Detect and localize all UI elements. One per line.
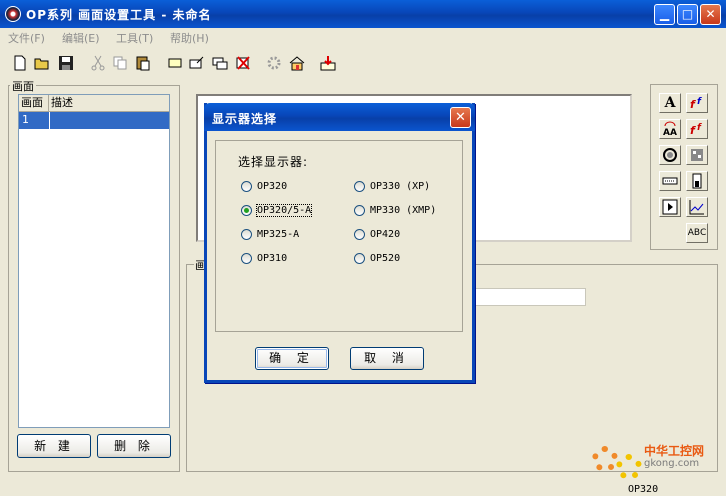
object-palette: A ff AA ff ABC xyxy=(650,84,718,250)
radio-op320-5a[interactable]: OP320/5-A xyxy=(241,202,313,218)
list-header: 画面 描述 xyxy=(19,95,169,112)
text-tool-icon[interactable]: A xyxy=(659,93,681,113)
dialog-title: 显示器选择 xyxy=(212,112,278,126)
radio-dot[interactable] xyxy=(354,228,365,240)
trend-chart-icon[interactable] xyxy=(686,197,708,217)
radio-mp330-xmp[interactable]: MP330 (XMP) xyxy=(354,202,436,218)
function-key-icon[interactable]: ff xyxy=(686,119,708,139)
cut-icon[interactable] xyxy=(88,53,108,73)
title-bar: OP系列 画面设置工具 - 未命名 ▁ □ ✕ xyxy=(0,0,726,28)
paste-icon[interactable] xyxy=(133,53,153,73)
column-header-description[interactable]: 描述 xyxy=(49,95,169,112)
radio-dot[interactable] xyxy=(354,180,365,192)
play-button-icon[interactable] xyxy=(659,197,681,217)
bar-graph-icon[interactable] xyxy=(686,171,708,191)
radio-op310[interactable]: OP310 xyxy=(241,250,287,266)
open-folder-icon[interactable] xyxy=(32,53,52,73)
radio-op520[interactable]: OP520 xyxy=(354,250,400,266)
svg-text:f: f xyxy=(697,97,702,107)
variable-text-icon[interactable]: AA xyxy=(659,119,681,139)
watermark-title: 中华工控网 xyxy=(644,444,705,458)
save-icon[interactable] xyxy=(56,53,76,73)
delete-button[interactable]: 删 除 xyxy=(97,434,171,458)
new-screen-icon[interactable] xyxy=(165,53,185,73)
bitmap-icon[interactable] xyxy=(686,145,708,165)
svg-text:AA: AA xyxy=(663,128,677,137)
watermark-url: gkong.com xyxy=(644,458,700,469)
display-select-dialog: 显示器选择 ✕ 选择显示器: OP320 OP330 (XP) OP320/5-… xyxy=(204,103,475,383)
maximize-button[interactable]: □ xyxy=(677,4,698,25)
cancel-button[interactable]: 取 消 xyxy=(350,347,424,370)
dialog-close-button[interactable]: ✕ xyxy=(450,107,471,128)
radio-dot[interactable] xyxy=(354,204,365,216)
screen-group-label: 画面 xyxy=(10,78,36,94)
property-input[interactable] xyxy=(470,288,586,306)
menu-tools[interactable]: 工具(T) xyxy=(116,30,153,46)
dialog-prompt: 选择显示器: xyxy=(238,155,309,169)
gear-icon xyxy=(592,446,618,472)
menu-file[interactable]: 文件(F) xyxy=(8,30,45,46)
svg-text:f: f xyxy=(690,124,696,137)
radio-mp325-a[interactable]: MP325-A xyxy=(241,226,299,242)
radio-dot[interactable] xyxy=(354,252,365,264)
function-text-icon[interactable]: ff xyxy=(686,93,708,113)
delete-screen-icon[interactable] xyxy=(233,53,253,73)
radio-dot-selected[interactable] xyxy=(241,204,252,216)
row-id: 1 xyxy=(22,113,29,126)
dialog-title-bar: 显示器选择 ✕ xyxy=(204,103,475,131)
radio-dot[interactable] xyxy=(241,228,252,240)
close-button[interactable]: ✕ xyxy=(700,4,721,25)
copy-screen-icon[interactable] xyxy=(210,53,230,73)
new-button[interactable]: 新 建 xyxy=(17,434,91,458)
edit-screen-icon[interactable] xyxy=(187,53,207,73)
minimize-button[interactable]: ▁ xyxy=(654,4,675,25)
indicator-lamp-icon[interactable] xyxy=(659,145,681,165)
column-header-screen[interactable]: 画面 xyxy=(19,95,49,112)
app-icon xyxy=(5,6,21,22)
new-file-icon[interactable] xyxy=(10,53,30,73)
watermark-logo: 中华工控网 gkong.com xyxy=(590,440,720,484)
menu-bar: 文件(F) 编辑(E) 工具(T) 帮助(H) xyxy=(0,28,726,46)
toolbar xyxy=(0,50,726,78)
ok-button[interactable]: 确 定 xyxy=(255,347,329,370)
radio-op420[interactable]: OP420 xyxy=(354,226,400,242)
radio-dot[interactable] xyxy=(241,252,252,264)
menu-help[interactable]: 帮助(H) xyxy=(170,30,209,46)
settings-gear-icon[interactable] xyxy=(264,53,284,73)
copy-icon[interactable] xyxy=(110,53,130,73)
menu-edit[interactable]: 编辑(E) xyxy=(62,30,100,46)
home-icon[interactable] xyxy=(287,53,307,73)
radio-op330-xp[interactable]: OP330 (XP) xyxy=(354,178,430,194)
gear-icon xyxy=(616,454,642,480)
download-icon[interactable] xyxy=(318,53,338,73)
table-row[interactable]: 1 xyxy=(19,112,169,129)
status-model: OP320 xyxy=(628,484,659,495)
screen-list[interactable]: 画面 描述 1 xyxy=(18,94,170,428)
svg-text:f: f xyxy=(697,123,702,133)
window-title: OP系列 画面设置工具 - 未命名 xyxy=(26,8,212,22)
input-field-icon[interactable] xyxy=(659,171,681,191)
radio-dot[interactable] xyxy=(241,180,252,192)
svg-text:f: f xyxy=(690,98,696,111)
radio-op320[interactable]: OP320 xyxy=(241,178,287,194)
abc-text-icon[interactable]: ABC xyxy=(686,223,708,243)
